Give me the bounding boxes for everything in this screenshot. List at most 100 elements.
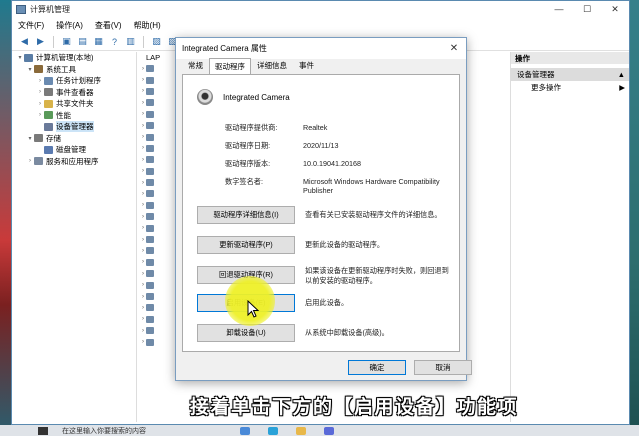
device-category-row[interactable]: › — [138, 166, 166, 177]
maximize-button[interactable]: ☐ — [573, 4, 601, 15]
collapsed-arrow-icon[interactable]: › — [142, 123, 144, 129]
tree-item[interactable]: ▾ 存储 — [12, 133, 136, 145]
driver-details-button[interactable]: 驱动程序详细信息(I) — [197, 206, 295, 224]
device-category-row[interactable]: › — [138, 188, 166, 199]
tree-item[interactable]: › 性能 — [12, 110, 136, 122]
uninstall-device-button[interactable]: 卸载设备(U) — [197, 324, 295, 342]
ok-button[interactable]: 确定 — [348, 360, 406, 375]
collapsed-arrow-icon[interactable]: › — [142, 259, 144, 265]
cancel-button[interactable]: 取消 — [414, 360, 472, 375]
collapsed-arrow-icon[interactable]: › — [36, 112, 44, 118]
tree-item[interactable]: ▾ 计算机管理(本地) — [12, 52, 136, 64]
view-icon[interactable]: ▥ — [124, 36, 137, 48]
device-category-row[interactable]: › — [138, 279, 166, 290]
start-icon[interactable] — [38, 426, 48, 435]
store-icon[interactable] — [324, 426, 334, 435]
collapsed-arrow-icon[interactable]: › — [142, 145, 144, 151]
scan-hardware-icon[interactable]: ▨ — [150, 36, 163, 48]
taskbar-search[interactable]: 在这里输入你要搜索的内容 — [62, 426, 222, 436]
device-category-row[interactable]: › — [138, 143, 166, 154]
collapsed-arrow-icon[interactable]: › — [142, 316, 144, 322]
device-category-row[interactable]: › — [138, 109, 166, 120]
device-category-row[interactable]: › — [138, 234, 166, 245]
device-category-row[interactable]: › — [138, 131, 166, 142]
collapsed-arrow-icon[interactable]: › — [142, 271, 144, 277]
collapsed-arrow-icon[interactable]: › — [142, 328, 144, 334]
collapsed-arrow-icon[interactable]: › — [36, 78, 44, 84]
device-category-row[interactable]: › — [138, 257, 166, 268]
collapsed-arrow-icon[interactable]: › — [142, 168, 144, 174]
expanded-arrow-icon[interactable]: ▾ — [26, 135, 34, 142]
collapsed-arrow-icon[interactable]: › — [142, 202, 144, 208]
dialog-close-button[interactable]: ✕ — [442, 43, 466, 54]
menu-item[interactable]: 查看(V) — [95, 20, 122, 31]
collapsed-arrow-icon[interactable]: › — [36, 101, 44, 107]
back-icon[interactable]: ◀ — [18, 36, 31, 48]
device-category-row[interactable]: › — [138, 86, 166, 97]
tree-item[interactable]: 设备管理器 — [12, 121, 136, 133]
collapsed-arrow-icon[interactable]: › — [142, 66, 144, 72]
collapsed-arrow-icon[interactable]: › — [142, 100, 144, 106]
tree-item[interactable]: 磁盘管理 — [12, 144, 136, 156]
collapsed-arrow-icon[interactable]: › — [36, 89, 44, 95]
collapsed-arrow-icon[interactable]: › — [142, 180, 144, 186]
device-category-row[interactable]: › — [138, 291, 166, 302]
up-folder-icon[interactable]: ▣ — [60, 36, 73, 48]
collapsed-arrow-icon[interactable]: › — [142, 225, 144, 231]
expanded-arrow-icon[interactable]: ▾ — [16, 54, 24, 61]
collapsed-arrow-icon[interactable]: › — [142, 214, 144, 220]
help-icon[interactable]: ? — [108, 36, 121, 48]
tree-item[interactable]: › 共享文件夹 — [12, 98, 136, 110]
dialog-tab[interactable]: 驱动程序 — [209, 58, 251, 74]
device-category-row[interactable]: › — [138, 211, 166, 222]
collapsed-arrow-icon[interactable]: › — [142, 88, 144, 94]
tree-item[interactable]: › 事件查看器 — [12, 87, 136, 99]
tree-item[interactable]: › 任务计划程序 — [12, 75, 136, 87]
device-category-row[interactable]: › — [138, 222, 166, 233]
computer-node[interactable]: LAP — [138, 52, 166, 63]
collapsed-arrow-icon[interactable]: › — [142, 77, 144, 83]
close-window-button[interactable]: ✕ — [601, 4, 629, 15]
collapsed-arrow-icon[interactable]: › — [142, 157, 144, 163]
device-category-row[interactable]: › — [138, 314, 166, 325]
collapsed-arrow-icon[interactable]: › — [142, 237, 144, 243]
actions-device-manager[interactable]: 设备管理器 ▲ — [511, 68, 629, 81]
expanded-arrow-icon[interactable]: ▾ — [26, 66, 34, 73]
tree-item[interactable]: ▾ 系统工具 — [12, 64, 136, 76]
collapsed-arrow-icon[interactable]: › — [142, 111, 144, 117]
tree-item[interactable]: › 服务和应用程序 — [12, 156, 136, 168]
collapsed-arrow-icon[interactable]: › — [142, 134, 144, 140]
show-hide-tree-icon[interactable]: ▤ — [76, 36, 89, 48]
device-category-row[interactable]: › — [138, 268, 166, 279]
update-driver-button[interactable]: 更新驱动程序(P) — [197, 236, 295, 254]
collapsed-arrow-icon[interactable]: › — [142, 191, 144, 197]
dialog-tab[interactable]: 详细信息 — [251, 57, 293, 74]
properties-icon[interactable]: ▦ — [92, 36, 105, 48]
device-category-row[interactable]: › — [138, 325, 166, 336]
device-category-row[interactable]: › — [138, 154, 166, 165]
minimize-button[interactable]: — — [545, 4, 573, 15]
more-actions[interactable]: 更多操作 ▶ — [511, 81, 629, 94]
dialog-tab[interactable]: 事件 — [293, 57, 320, 74]
device-category-row[interactable]: › — [138, 302, 166, 313]
collapsed-arrow-icon[interactable]: › — [142, 305, 144, 311]
device-category-row[interactable]: › — [138, 245, 166, 256]
forward-icon[interactable]: ▶ — [34, 36, 47, 48]
collapsed-arrow-icon[interactable]: › — [142, 248, 144, 254]
collapsed-arrow-icon[interactable]: › — [142, 294, 144, 300]
device-category-row[interactable]: › — [138, 63, 166, 74]
menu-item[interactable]: 操作(A) — [56, 20, 83, 31]
device-category-row[interactable]: › — [138, 177, 166, 188]
collapsed-arrow-icon[interactable]: › — [142, 339, 144, 345]
menu-item[interactable]: 帮助(H) — [134, 20, 161, 31]
device-category-row[interactable]: › — [138, 336, 166, 347]
edge-icon[interactable] — [268, 426, 278, 435]
device-category-row[interactable]: › — [138, 200, 166, 211]
device-category-row[interactable]: › — [138, 120, 166, 131]
collapsed-arrow-icon[interactable]: › — [26, 158, 34, 164]
device-category-row[interactable]: › — [138, 74, 166, 85]
dialog-tab[interactable]: 常规 — [182, 57, 209, 74]
device-category-row[interactable]: › — [138, 97, 166, 108]
menu-item[interactable]: 文件(F) — [18, 20, 44, 31]
task-view-icon[interactable] — [240, 426, 250, 435]
